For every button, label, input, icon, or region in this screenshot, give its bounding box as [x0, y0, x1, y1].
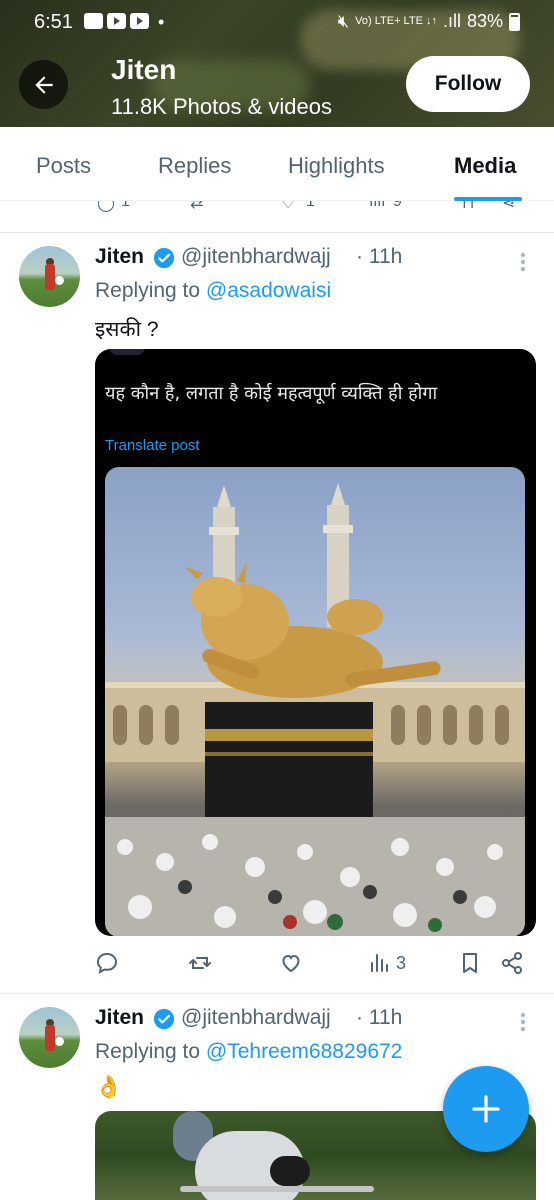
tab-media[interactable]: Media [454, 153, 516, 179]
compose-button[interactable] [443, 1066, 529, 1152]
views-count: 9 [393, 201, 402, 210]
tweet-text: इसकी ? [95, 318, 159, 341]
network-label: Vo) LTE+ LTE ↓↑ [355, 15, 437, 27]
youtube-notification-icon [107, 13, 126, 29]
like-icon[interactable]: ♡ [281, 201, 295, 213]
profile-tabs: Posts Replies Highlights Media [0, 127, 554, 201]
gallery-notification-icon [84, 13, 103, 29]
avatar-figure-body [45, 264, 55, 290]
replying-to: Replying to @Tehreem68829672 [95, 1040, 402, 1064]
avatar-figure-body [45, 1025, 55, 1051]
avatar-ball [55, 276, 64, 285]
like-button[interactable] [279, 951, 303, 975]
tweet-actions: 3 [95, 951, 525, 981]
replying-to-link[interactable]: @Tehreem68829672 [206, 1040, 402, 1063]
status-right: 🔇︎ Vo) LTE+ LTE ↓↑ .ıll 83% [338, 11, 520, 32]
views-icon [371, 954, 388, 972]
tweet-author-handle[interactable]: @jitenbhardwajj [181, 245, 331, 269]
more-icon[interactable] [520, 252, 526, 272]
bookmark-icon [463, 953, 477, 973]
youtube-notification-icon [130, 13, 149, 29]
mute-icon: 🔇︎ [337, 11, 350, 31]
media-photo-illustration [105, 483, 525, 936]
reply-count: 1 [121, 201, 130, 210]
verified-badge-icon [153, 1008, 175, 1030]
compose-plus-icon [472, 1095, 500, 1123]
bookmark-icon[interactable]: ⊓ [462, 201, 474, 213]
share-icon [502, 952, 522, 974]
views-count: 3 [396, 952, 407, 973]
retweet-icon[interactable]: ⇄ [190, 201, 203, 213]
more-icon[interactable] [520, 1012, 526, 1032]
reply-icon[interactable]: ◯ [97, 201, 115, 213]
media-photo-part [270, 1156, 310, 1186]
reply-button[interactable] [95, 951, 119, 975]
battery-percent: 83% [466, 11, 503, 31]
like-count: 1 [306, 201, 315, 210]
tweet-divider [0, 993, 554, 994]
tweet-time: · 11h [356, 1006, 403, 1029]
avatar[interactable] [19, 1007, 80, 1068]
tab-posts[interactable]: Posts [36, 153, 91, 179]
share-icon[interactable]: ⋖ [502, 201, 515, 213]
media-count: 11.8K Photos & videos [111, 94, 332, 119]
tab-replies[interactable]: Replies [158, 153, 231, 179]
back-arrow-icon [34, 75, 53, 94]
profile-name: Jiten [111, 54, 177, 85]
more-notifications-dot: • [158, 12, 165, 32]
avatar-ball [55, 1037, 64, 1046]
views-button[interactable]: 3 [368, 951, 406, 975]
reply-icon [96, 952, 118, 974]
retweet-icon [189, 957, 211, 969]
tweet-author-handle[interactable]: @jitenbhardwajj [181, 1006, 331, 1030]
tweet-media-image[interactable]: यह कौन है, लगता है कोई महत्वपूर्ण व्यक्त… [95, 349, 536, 936]
avatar[interactable] [19, 246, 80, 307]
home-indicator[interactable] [180, 1186, 374, 1192]
tweet-author-name[interactable]: Jiten [95, 245, 144, 269]
status-bar: 6:51 • 🔇︎ Vo) LTE+ LTE ↓↑ .ıll 83% [0, 0, 554, 44]
status-time: 6:51 [34, 11, 73, 33]
tweet-author-name[interactable]: Jiten [95, 1006, 144, 1030]
tweet-text: 👌 [95, 1074, 123, 1099]
previous-tweet-actions: ◯ 1 ⇄ ♡ 1 ılıl 9 ⊓ ⋖ [0, 201, 554, 217]
like-icon [282, 954, 300, 973]
back-button[interactable] [19, 60, 68, 109]
replying-to-link[interactable]: @asadowaisi [206, 279, 331, 302]
signal-icon: .ıll [442, 11, 461, 31]
replying-to: Replying to @asadowaisi [95, 279, 331, 303]
follow-button[interactable]: Follow [406, 56, 530, 112]
media-translate-link: Translate post [105, 437, 200, 454]
replying-to-prefix: Replying to [95, 1040, 206, 1063]
tweet-divider [0, 232, 554, 233]
profile-header-banner: 6:51 • 🔇︎ Vo) LTE+ LTE ↓↑ .ıll 83% Jiten… [0, 0, 554, 127]
verified-badge-icon [153, 247, 175, 269]
tab-highlights[interactable]: Highlights [288, 153, 385, 179]
media-avatar-fragment [109, 349, 145, 355]
views-icon[interactable]: ılıl [369, 201, 385, 211]
tweet-time: · 11h [356, 245, 403, 268]
replying-to-prefix: Replying to [95, 279, 206, 302]
bookmark-button[interactable] [458, 951, 482, 975]
media-photo [105, 467, 525, 936]
media-post-text: यह कौन है, लगता है कोई महत्वपूर्ण व्यक्त… [105, 383, 438, 404]
battery-icon [509, 12, 520, 31]
share-button[interactable] [500, 951, 524, 975]
notification-icons [84, 13, 149, 29]
retweet-button[interactable] [188, 951, 212, 975]
